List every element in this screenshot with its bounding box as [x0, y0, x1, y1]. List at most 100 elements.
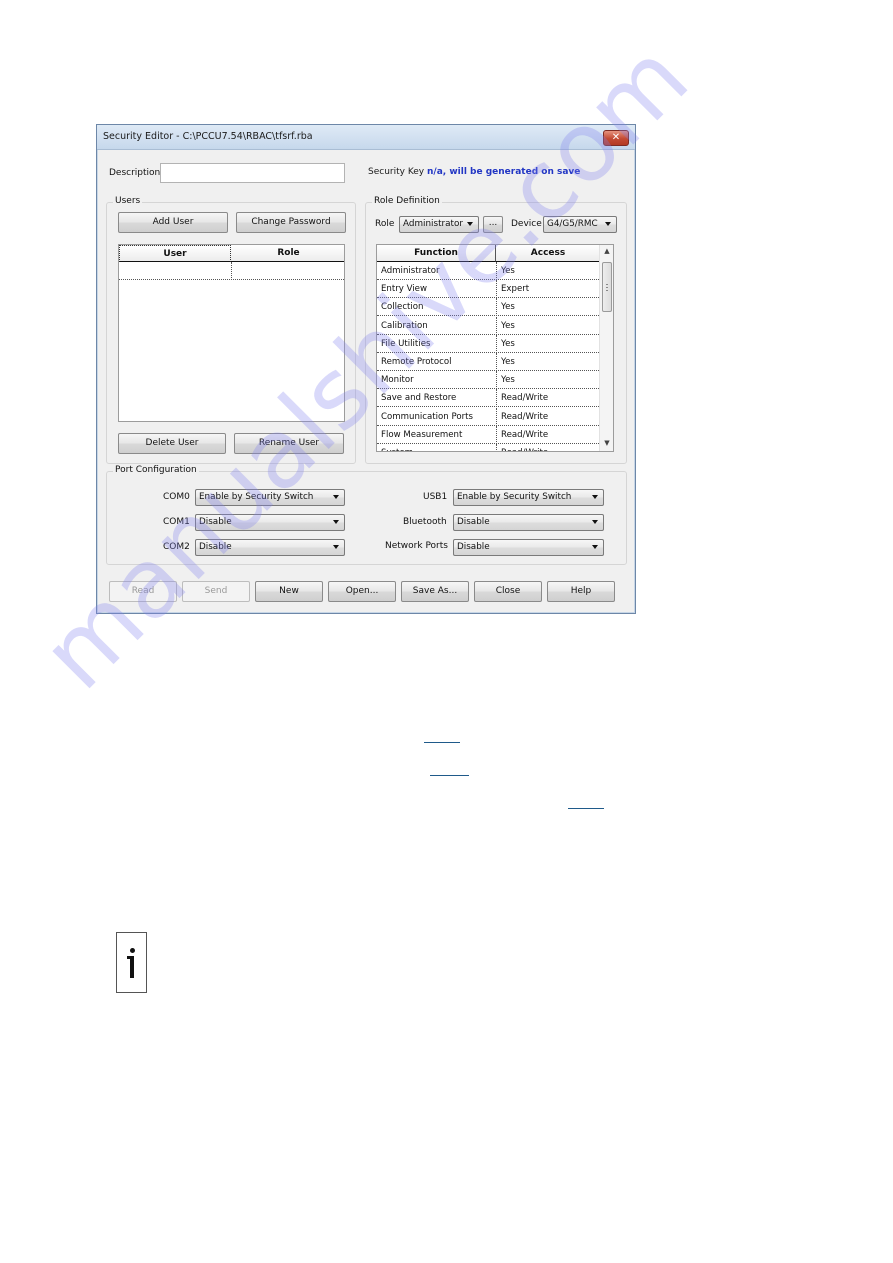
bluetooth-select[interactable]: Disable	[453, 514, 604, 531]
chevron-down-icon	[592, 520, 598, 524]
network-ports-select[interactable]: Disable	[453, 539, 604, 556]
chevron-down-icon	[333, 495, 339, 499]
close-window-button[interactable]: ✕	[603, 130, 629, 146]
users-group-title: Users	[113, 196, 143, 206]
access-cell: Yes	[496, 353, 599, 371]
usb1-select[interactable]: Enable by Security Switch	[453, 489, 604, 506]
access-cell: Yes	[496, 371, 599, 390]
device-label: Device	[511, 219, 542, 229]
chevron-down-icon	[592, 495, 598, 499]
chevron-down-icon	[333, 520, 339, 524]
users-empty-row[interactable]	[119, 262, 344, 280]
bluetooth-value: Disable	[457, 517, 490, 527]
com0-value: Enable by Security Switch	[199, 492, 314, 502]
users-column-user[interactable]: User	[119, 245, 231, 262]
help-button[interactable]: Help	[547, 581, 615, 602]
role-function-row[interactable]: SystemRead/Write	[377, 444, 599, 451]
role-select[interactable]: Administrator	[399, 216, 479, 233]
access-cell: Read/Write	[496, 425, 599, 444]
users-cell	[119, 262, 231, 280]
access-cell: Read/Write	[496, 444, 599, 451]
device-select-value: G4/G5/RMC	[547, 219, 598, 229]
usb1-value: Enable by Security Switch	[457, 492, 572, 502]
role-function-row[interactable]: Flow Measurement Read/Write	[377, 425, 599, 444]
role-definition-group-title: Role Definition	[372, 196, 442, 206]
role-functions-table[interactable]: Function Access Administrator Yes Entry Vi…	[376, 244, 614, 452]
add-user-button[interactable]: Add User	[118, 212, 228, 233]
access-cell: Yes	[496, 316, 599, 335]
vertical-scrollbar[interactable]: ▲ ▼	[599, 245, 613, 451]
access-cell: Yes	[496, 298, 599, 317]
chevron-down-icon	[333, 545, 339, 549]
column-access[interactable]: Access	[496, 245, 600, 262]
close-icon: ✕	[611, 132, 621, 143]
function-cell: Save and Restore	[381, 393, 457, 404]
role-function-row[interactable]: File Utilities Yes	[377, 334, 599, 353]
users-column-role[interactable]: Role	[231, 245, 344, 262]
access-cell: Yes	[496, 262, 599, 280]
open-button[interactable]: Open...	[328, 581, 396, 602]
role-function-row[interactable]: Communication Ports Read/Write	[377, 407, 599, 426]
role-function-row[interactable]: Collection Yes	[377, 298, 599, 317]
link-underline[interactable]	[568, 808, 604, 809]
chevron-down-icon	[467, 222, 473, 226]
info-icon	[116, 932, 147, 993]
description-label: Description	[109, 168, 161, 178]
role-function-row[interactable]: Save and Restore Read/Write	[377, 389, 599, 408]
access-cell: Yes	[496, 334, 599, 353]
role-function-row[interactable]: Entry View Expert	[377, 280, 599, 299]
com2-select[interactable]: Disable	[195, 539, 345, 556]
rename-user-button[interactable]: Rename User	[234, 433, 344, 454]
com1-select[interactable]: Disable	[195, 514, 345, 531]
function-cell: Remote Protocol	[381, 357, 452, 367]
role-select-value: Administrator	[403, 219, 463, 229]
chevron-down-icon	[592, 545, 598, 549]
function-cell: Communication Ports	[381, 411, 473, 422]
access-cell: Read/Write	[496, 389, 599, 408]
save-as-button[interactable]: Save As...	[401, 581, 469, 602]
role-label: Role	[375, 219, 395, 229]
change-password-button[interactable]: Change Password	[236, 212, 346, 233]
read-button[interactable]: Read	[109, 581, 177, 602]
role-function-row[interactable]: Calibration Yes	[377, 316, 599, 335]
function-cell: Calibration	[381, 320, 428, 331]
function-cell: Collection	[381, 302, 424, 313]
security-key-value: n/a, will be generated on save	[427, 167, 581, 177]
link-underline[interactable]	[424, 742, 460, 743]
access-cell: Read/Write	[496, 407, 599, 426]
scroll-up-icon[interactable]: ▲	[600, 247, 613, 255]
link-underline[interactable]	[430, 775, 469, 776]
delete-user-button[interactable]: Delete User	[118, 433, 226, 454]
port-configuration-group-title: Port Configuration	[113, 465, 199, 475]
security-key-label: Security Key	[368, 167, 425, 177]
title-bar[interactable]: Security Editor - C:\PCCU7.54\RBAC\tfsrf…	[97, 125, 635, 150]
new-button[interactable]: New	[255, 581, 323, 602]
scrollbar-thumb[interactable]	[602, 262, 612, 312]
device-select[interactable]: G4/G5/RMC	[543, 216, 617, 233]
com0-select[interactable]: Enable by Security Switch	[195, 489, 345, 506]
close-button[interactable]: Close	[474, 581, 542, 602]
description-input[interactable]	[160, 163, 345, 183]
bluetooth-label: Bluetooth	[403, 517, 447, 527]
role-function-row[interactable]: Monitor Yes	[377, 371, 599, 390]
function-cell: Administrator	[381, 266, 440, 276]
function-cell: Flow Measurement	[381, 429, 463, 440]
com1-label: COM1	[163, 517, 190, 527]
chevron-down-icon	[605, 222, 611, 226]
com0-label: COM0	[163, 492, 190, 502]
scroll-down-icon[interactable]: ▼	[600, 439, 613, 447]
column-function[interactable]: Function	[377, 245, 496, 262]
function-cell: Monitor	[381, 375, 414, 386]
access-cell: Expert	[496, 280, 599, 299]
send-button[interactable]: Send	[182, 581, 250, 602]
role-function-row[interactable]: Remote Protocol Yes	[377, 353, 599, 371]
com2-label: COM2	[163, 542, 190, 552]
security-editor-window: Security Editor - C:\PCCU7.54\RBAC\tfsrf…	[96, 124, 636, 614]
users-cell	[231, 262, 344, 280]
security-key: Security Key n/a, will be generated on s…	[368, 167, 580, 177]
users-table[interactable]: User Role	[118, 244, 345, 422]
role-function-row[interactable]: Administrator Yes	[377, 262, 599, 280]
role-browse-button[interactable]: ...	[483, 216, 503, 233]
function-cell: System	[377, 444, 496, 451]
network-ports-label: Network Ports	[385, 541, 448, 551]
